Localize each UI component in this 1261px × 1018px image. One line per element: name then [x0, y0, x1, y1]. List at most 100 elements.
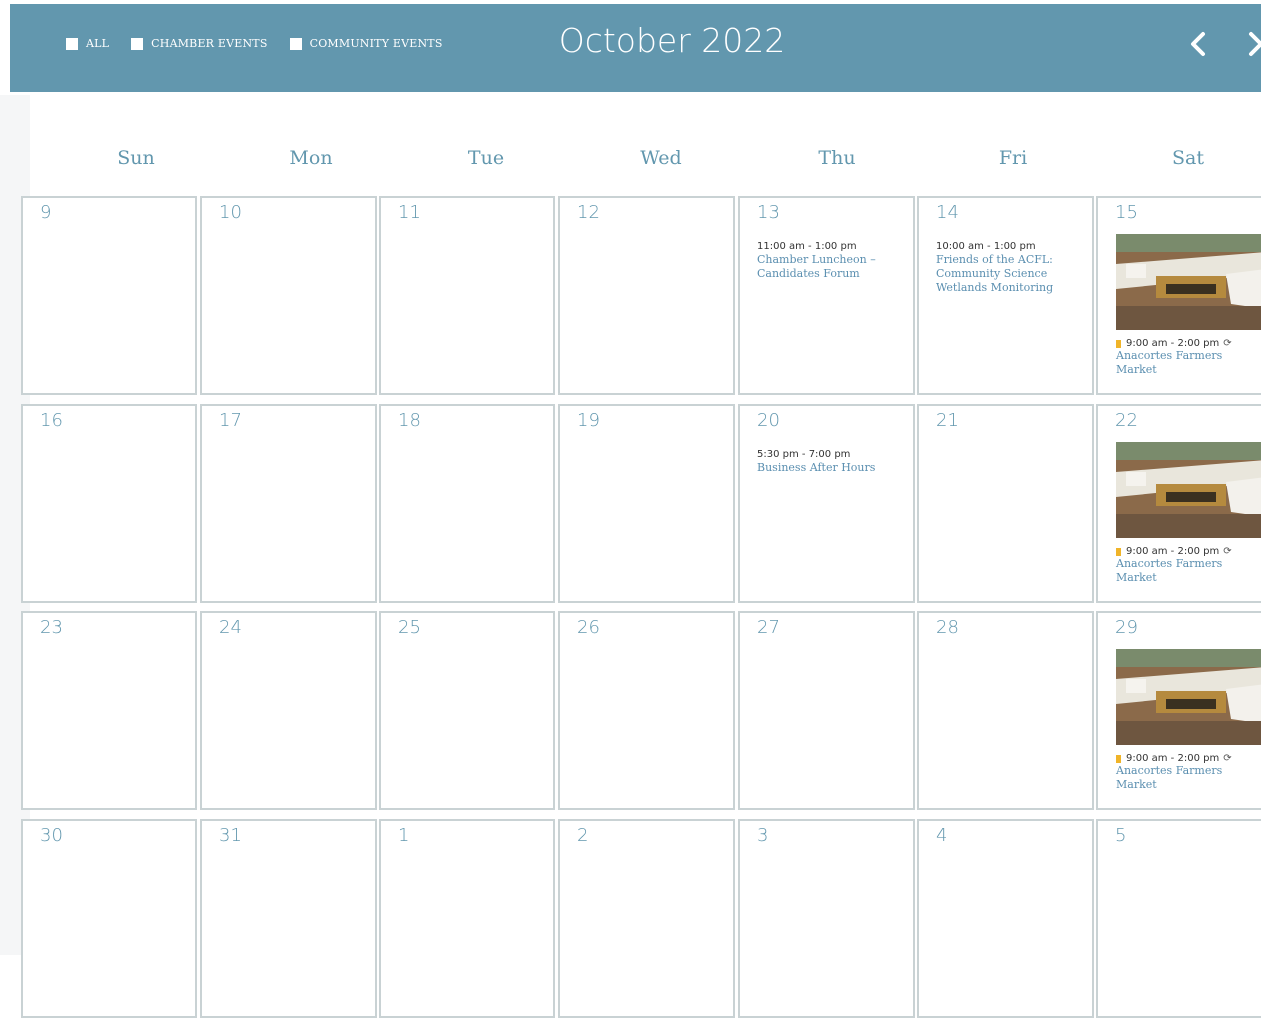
event-wetlands-monitoring[interactable]: 10:00 am - 1:00 pm Friends of the ACFL: … — [936, 240, 1076, 295]
day-cell[interactable]: 22 9:00 am - 2:00 pm ⟳ Anacortes Farmers… — [1096, 404, 1261, 603]
weekday-tue: Tue — [467, 147, 505, 169]
weekday-mon: Mon — [289, 147, 333, 169]
day-number: 26 — [577, 617, 600, 638]
weekday-wed: Wed — [640, 147, 682, 169]
day-number: 15 — [1115, 202, 1138, 223]
day-cell[interactable]: 30 — [21, 819, 197, 1018]
chevron-right-icon — [1249, 32, 1261, 56]
day-cell[interactable]: 19 — [558, 404, 735, 603]
event-time-row: 9:00 am - 2:00 pm ⟳ — [1116, 753, 1261, 764]
day-number: 5 — [1115, 825, 1127, 846]
event-time: 9:00 am - 2:00 pm — [1126, 546, 1220, 557]
event-title-link[interactable]: Anacortes Farmers Market — [1116, 557, 1236, 585]
day-number: 25 — [398, 617, 421, 638]
day-number: 14 — [936, 202, 959, 223]
event-time: 9:00 am - 2:00 pm — [1126, 753, 1220, 764]
day-number: 18 — [398, 410, 421, 431]
repeat-icon: ⟳ — [1223, 546, 1232, 557]
day-cell[interactable]: 27 — [738, 611, 915, 810]
event-chamber-luncheon[interactable]: 11:00 am - 1:00 pm Chamber Luncheon – Ca… — [757, 240, 897, 281]
day-number: 12 — [577, 202, 600, 223]
featured-flag-icon — [1116, 339, 1121, 348]
day-cell[interactable]: 12 — [558, 196, 735, 395]
day-cell[interactable]: 2 — [558, 819, 735, 1018]
day-number: 11 — [398, 202, 421, 223]
weekday-fri: Fri — [998, 147, 1028, 169]
weekday-header-row: Sun Mon Tue Wed Thu Fri Sat — [0, 147, 1261, 173]
day-number: 10 — [219, 202, 242, 223]
event-title-link[interactable]: Friends of the ACFL: Community Science W… — [936, 253, 1076, 295]
day-number: 2 — [577, 825, 589, 846]
day-cell[interactable]: 16 — [21, 404, 197, 603]
day-cell[interactable]: 15 9:00 am - 2:00 pm ⟳ Anacortes Farmers… — [1096, 196, 1261, 395]
event-title-link[interactable]: Anacortes Farmers Market — [1116, 349, 1236, 377]
day-cell[interactable]: 18 — [379, 404, 555, 603]
event-title-link[interactable]: Business After Hours — [757, 461, 897, 475]
day-number: 27 — [757, 617, 780, 638]
featured-flag-icon — [1116, 754, 1121, 763]
calendar-header: ALL CHAMBER EVENTS COMMUNITY EVENTS Octo… — [10, 4, 1261, 92]
event-farmers-market[interactable]: 9:00 am - 2:00 pm ⟳ Anacortes Farmers Ma… — [1116, 649, 1261, 792]
day-number: 13 — [757, 202, 780, 223]
repeat-icon: ⟳ — [1223, 753, 1232, 764]
day-cell[interactable]: 14 10:00 am - 1:00 pm Friends of the ACF… — [917, 196, 1094, 395]
day-cell[interactable]: 24 — [200, 611, 377, 810]
day-cell[interactable]: 29 9:00 am - 2:00 pm ⟳ Anacortes Farmers… — [1096, 611, 1261, 810]
day-cell[interactable]: 26 — [558, 611, 735, 810]
day-number: 9 — [40, 202, 52, 223]
month-title: October 2022 — [558, 21, 786, 60]
day-cell[interactable]: 31 — [200, 819, 377, 1018]
event-time-row: 9:00 am - 2:00 pm ⟳ — [1116, 338, 1261, 349]
day-number: 4 — [936, 825, 948, 846]
day-cell[interactable]: 11 — [379, 196, 555, 395]
next-month-button[interactable] — [1244, 24, 1261, 73]
day-cell[interactable]: 3 — [738, 819, 915, 1018]
event-thumbnail[interactable] — [1116, 649, 1261, 745]
event-time: 9:00 am - 2:00 pm — [1126, 338, 1220, 349]
day-number: 21 — [936, 410, 959, 431]
day-number: 1 — [398, 825, 410, 846]
day-cell[interactable]: 13 11:00 am - 1:00 pm Chamber Luncheon –… — [738, 196, 915, 395]
day-cell[interactable]: 1 — [379, 819, 555, 1018]
day-cell[interactable]: 5 — [1096, 819, 1261, 1018]
weekday-sun: Sun — [117, 147, 155, 169]
chevron-left-icon — [1191, 32, 1205, 56]
day-number: 30 — [40, 825, 63, 846]
event-thumbnail[interactable] — [1116, 442, 1261, 538]
day-number: 3 — [757, 825, 769, 846]
day-cell[interactable]: 21 — [917, 404, 1094, 603]
prev-month-button[interactable] — [1186, 24, 1210, 73]
event-title-link[interactable]: Chamber Luncheon – Candidates Forum — [757, 253, 897, 281]
day-number: 16 — [40, 410, 63, 431]
event-thumbnail[interactable] — [1116, 234, 1261, 330]
day-number: 23 — [40, 617, 63, 638]
day-cell[interactable]: 17 — [200, 404, 377, 603]
day-number: 20 — [757, 410, 780, 431]
event-title-link[interactable]: Anacortes Farmers Market — [1116, 764, 1236, 792]
repeat-icon: ⟳ — [1223, 338, 1232, 349]
day-number: 19 — [577, 410, 600, 431]
day-number: 31 — [219, 825, 242, 846]
day-number: 29 — [1115, 617, 1138, 638]
event-business-after-hours[interactable]: 5:30 pm - 7:00 pm Business After Hours — [757, 448, 897, 475]
day-cell[interactable]: 4 — [917, 819, 1094, 1018]
day-number: 24 — [219, 617, 242, 638]
featured-flag-icon — [1116, 547, 1121, 556]
weekday-sat: Sat — [1172, 147, 1204, 169]
day-cell[interactable]: 25 — [379, 611, 555, 810]
event-farmers-market[interactable]: 9:00 am - 2:00 pm ⟳ Anacortes Farmers Ma… — [1116, 442, 1261, 585]
event-time-row: 9:00 am - 2:00 pm ⟳ — [1116, 546, 1261, 557]
day-cell[interactable]: 28 — [917, 611, 1094, 810]
day-cell[interactable]: 10 — [200, 196, 377, 395]
event-farmers-market[interactable]: 9:00 am - 2:00 pm ⟳ Anacortes Farmers Ma… — [1116, 234, 1261, 377]
weekday-thu: Thu — [818, 147, 856, 169]
day-number: 28 — [936, 617, 959, 638]
day-number: 22 — [1115, 410, 1138, 431]
day-cell[interactable]: 9 — [21, 196, 197, 395]
day-cell[interactable]: 23 — [21, 611, 197, 810]
event-time: 11:00 am - 1:00 pm — [757, 241, 857, 252]
day-cell[interactable]: 20 5:30 pm - 7:00 pm Business After Hour… — [738, 404, 915, 603]
event-time: 5:30 pm - 7:00 pm — [757, 449, 851, 460]
day-number: 17 — [219, 410, 242, 431]
event-time: 10:00 am - 1:00 pm — [936, 241, 1036, 252]
